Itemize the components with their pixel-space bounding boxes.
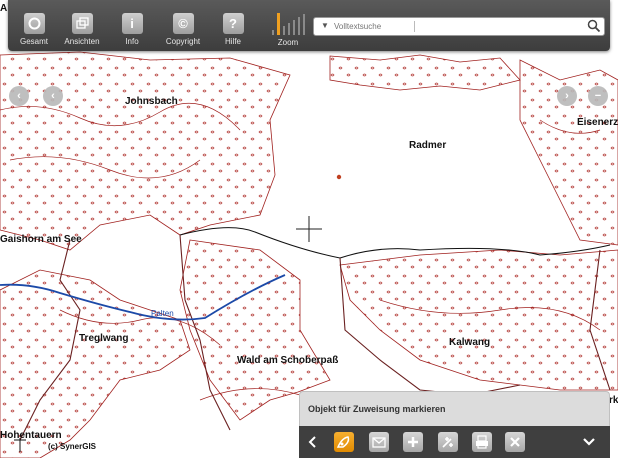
toolbar-button-ansichten[interactable]: Ansichten	[57, 13, 107, 46]
search-box[interactable]: ▼	[313, 17, 605, 36]
back-icon[interactable]: ‹	[9, 86, 29, 106]
map-copyright: (c) SynerGIS	[48, 442, 97, 451]
place-label-wald: Wald am Schoberpaß	[237, 355, 339, 366]
add-icon[interactable]	[403, 432, 423, 452]
toolbar-label-hilfe: Hilfe	[224, 37, 241, 46]
place-label-treglwang: Treglwang	[79, 333, 129, 344]
map-canvas[interactable]	[0, 0, 618, 458]
edit-icon[interactable]	[438, 432, 458, 452]
toolbar-button-info[interactable]: i Info	[107, 13, 157, 46]
minus-icon[interactable]: −	[588, 86, 608, 106]
back-icon-alt[interactable]: ‹	[43, 86, 63, 106]
toolbar-label-ansichten: Ansichten	[64, 37, 100, 46]
info-icon: i	[121, 13, 143, 34]
assignment-panel: Objekt für Zuweisung markieren	[299, 391, 610, 458]
place-label-partial-left: A	[0, 3, 8, 14]
toolbar-button-gesamt[interactable]: Gesamt	[9, 13, 59, 46]
zoom-step[interactable]	[271, 30, 274, 35]
back-icon[interactable]	[303, 432, 323, 452]
place-label-hohentauern: Hohentauern	[0, 430, 62, 441]
panel-title: Objekt für Zuweisung markieren	[308, 404, 446, 414]
river-label: Palten	[151, 309, 174, 318]
pen-icon[interactable]	[334, 432, 354, 452]
zoom-step[interactable]	[297, 17, 300, 35]
place-label-radmer: Radmer	[409, 140, 447, 151]
views-icon	[71, 13, 93, 34]
place-label-partial-right: rk	[609, 395, 618, 406]
zoom-label: Zoom	[277, 38, 299, 47]
map-marker	[336, 174, 342, 180]
place-label-johnsbach: Johnsbach	[125, 96, 178, 107]
copyright-icon: ©	[172, 13, 194, 34]
search-icon[interactable]	[587, 19, 601, 38]
toolbar-button-hilfe[interactable]: ? Hilfe	[208, 13, 258, 46]
search-input[interactable]	[334, 19, 574, 33]
place-label-eisenerz: Eisenerz	[577, 117, 618, 128]
search-separator	[414, 21, 415, 32]
toolbar-label-info: Info	[125, 37, 139, 46]
print-icon[interactable]	[472, 432, 492, 452]
toolbar-label-copyright: Copyright	[165, 37, 201, 46]
zoom-slider[interactable]: Zoom	[262, 13, 314, 47]
toolbar-label-gesamt: Gesamt	[19, 37, 48, 46]
place-label-kalwang: Kalwang	[449, 337, 491, 348]
zoom-step[interactable]	[292, 20, 295, 35]
top-toolbar: Gesamt Ansichten i Info © Copyright ? Hi…	[8, 0, 610, 51]
zoom-step[interactable]	[282, 26, 285, 35]
forward-icon[interactable]: ›	[557, 86, 577, 106]
zoom-step-active[interactable]	[276, 13, 280, 35]
panel-header: Objekt für Zuweisung markieren	[299, 391, 610, 427]
overview-icon	[23, 13, 45, 34]
close-icon[interactable]	[505, 432, 525, 452]
zoom-step[interactable]	[287, 23, 290, 35]
collapse-icon[interactable]	[579, 432, 599, 452]
zoom-step[interactable]	[302, 14, 305, 35]
toolbar-button-copyright[interactable]: © Copyright	[158, 13, 208, 46]
help-icon: ?	[222, 13, 244, 34]
place-label-gaishorn: Gaishorn am See	[0, 234, 82, 245]
panel-action-bar	[299, 426, 610, 458]
mail-icon[interactable]	[369, 432, 389, 452]
zoom-bars[interactable]	[262, 13, 314, 35]
chevron-down-icon[interactable]: ▼	[321, 21, 329, 30]
